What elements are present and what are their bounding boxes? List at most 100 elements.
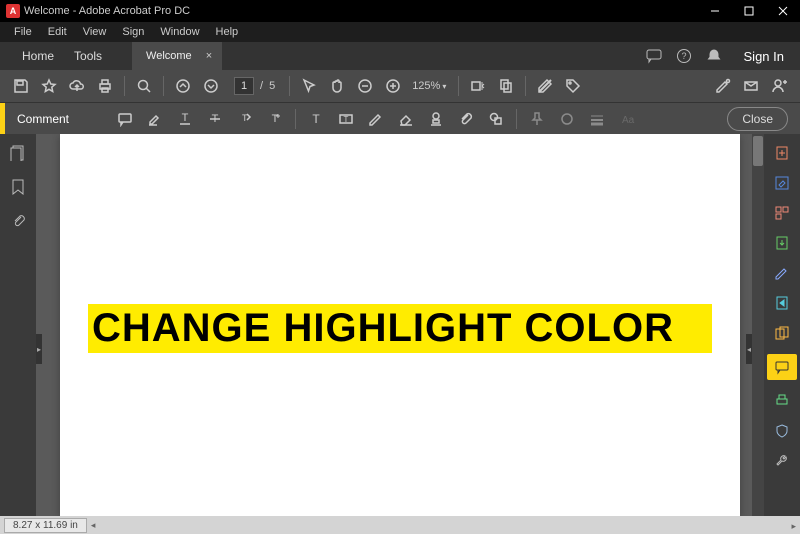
close-panel-button[interactable]: Close — [727, 107, 788, 131]
chat-icon[interactable] — [646, 48, 662, 64]
fit-width-icon[interactable] — [465, 73, 491, 99]
fit-page-icon[interactable] — [493, 73, 519, 99]
text-comment-icon[interactable]: T — [302, 106, 330, 132]
help-icon[interactable]: ? — [676, 48, 692, 64]
vertical-scrollbar[interactable] — [752, 134, 764, 516]
edit-pdf-tool-icon[interactable] — [773, 174, 791, 192]
create-pdf-icon[interactable] — [773, 144, 791, 162]
attach-icon[interactable] — [452, 106, 480, 132]
thumbnails-icon[interactable] — [9, 144, 27, 162]
nav-tools[interactable]: Tools — [64, 49, 112, 63]
send-icon[interactable] — [773, 294, 791, 312]
line-weight-icon[interactable] — [583, 106, 611, 132]
stamp-icon[interactable] — [422, 106, 450, 132]
edit-pdf-icon[interactable] — [710, 73, 736, 99]
zoom-out-icon[interactable] — [352, 73, 378, 99]
main-toolbar: / 5 125%▾ — [0, 70, 800, 102]
svg-text:T: T — [182, 112, 189, 124]
svg-text:?: ? — [681, 51, 686, 61]
menu-window[interactable]: Window — [152, 24, 207, 40]
star-icon[interactable] — [36, 73, 62, 99]
sign-in-button[interactable]: Sign In — [736, 49, 792, 64]
scroll-thumb[interactable] — [753, 136, 763, 166]
chevron-right-icon[interactable]: ▸ — [787, 519, 800, 534]
sticky-note-icon[interactable] — [111, 106, 139, 132]
right-panel — [764, 134, 800, 516]
tab-label: Welcome — [146, 50, 192, 62]
menu-file[interactable]: File — [6, 24, 40, 40]
cloud-icon[interactable] — [64, 73, 90, 99]
left-panel — [0, 134, 36, 516]
protect-icon[interactable] — [773, 422, 791, 440]
page-current-input[interactable] — [234, 77, 254, 95]
nav-home[interactable]: Home — [12, 49, 64, 63]
document-canvas[interactable]: ▸ CHANGE HIGHLIGHT COLOR ◂ — [36, 134, 764, 516]
mail-icon[interactable] — [738, 73, 764, 99]
print-icon[interactable] — [92, 73, 118, 99]
zoom-in-icon[interactable] — [380, 73, 406, 99]
minimize-button[interactable] — [698, 0, 732, 22]
menu-sign[interactable]: Sign — [114, 24, 152, 40]
color-icon[interactable] — [553, 106, 581, 132]
left-collapse-handle[interactable]: ▸ — [36, 334, 42, 364]
comment-label: Comment — [5, 112, 81, 126]
svg-text:T: T — [242, 113, 248, 123]
page-number: / 5 — [234, 77, 275, 95]
organize-icon[interactable] — [773, 204, 791, 222]
text-style-icon[interactable]: Aa — [613, 106, 641, 132]
menu-help[interactable]: Help — [208, 24, 247, 40]
combine-icon[interactable] — [773, 324, 791, 342]
insert-text-icon[interactable]: T — [261, 106, 289, 132]
zoom-dropdown[interactable]: 125%▾ — [408, 80, 452, 92]
svg-text:Aa: Aa — [622, 115, 635, 126]
menu-view[interactable]: View — [75, 24, 115, 40]
replace-text-icon[interactable]: T — [231, 106, 259, 132]
page-down-icon[interactable] — [198, 73, 224, 99]
shapes-icon[interactable] — [482, 106, 510, 132]
strikethrough-tool-icon[interactable]: T — [201, 106, 229, 132]
bell-icon[interactable] — [706, 48, 722, 64]
menubar: File Edit View Sign Window Help — [0, 22, 800, 42]
eraser-icon[interactable] — [392, 106, 420, 132]
pin-icon[interactable] — [523, 106, 551, 132]
page-up-icon[interactable] — [170, 73, 196, 99]
document-tab[interactable]: Welcome × — [132, 42, 222, 70]
close-button[interactable] — [766, 0, 800, 22]
user-icon[interactable] — [766, 73, 792, 99]
redact-icon[interactable] — [532, 73, 558, 99]
chevron-left-icon[interactable]: ◂ — [91, 520, 96, 531]
workspace: ▸ CHANGE HIGHLIGHT COLOR ◂ — [0, 134, 800, 516]
search-icon[interactable] — [131, 73, 157, 99]
more-tools-icon[interactable] — [773, 452, 791, 470]
highlight-tool-icon[interactable] — [141, 106, 169, 132]
topbar: Home Tools Welcome × ? Sign In — [0, 42, 800, 70]
window-controls — [698, 0, 800, 22]
comment-tool-icon[interactable] — [767, 354, 797, 380]
save-icon[interactable] — [8, 73, 34, 99]
print-tool-icon[interactable] — [773, 392, 791, 410]
statusbar: 8.27 x 11.69 in ◂ ▸ — [0, 516, 800, 534]
maximize-button[interactable] — [732, 0, 766, 22]
tab-close-icon[interactable]: × — [206, 50, 212, 62]
tag-icon[interactable] — [560, 73, 586, 99]
window-title: Welcome - Adobe Acrobat Pro DC — [24, 5, 698, 17]
pointer-icon[interactable] — [296, 73, 322, 99]
menu-edit[interactable]: Edit — [40, 24, 75, 40]
comment-toolbar: Comment T T T T T T Aa Close — [0, 102, 800, 134]
pdf-page: CHANGE HIGHLIGHT COLOR — [60, 134, 740, 516]
highlighted-text[interactable]: CHANGE HIGHLIGHT COLOR — [88, 304, 712, 353]
page-total: 5 — [269, 80, 275, 92]
bookmark-icon[interactable] — [9, 178, 27, 196]
textbox-icon[interactable]: T — [332, 106, 360, 132]
attachment-icon[interactable] — [9, 212, 27, 230]
svg-text:T: T — [272, 113, 279, 125]
hand-icon[interactable] — [324, 73, 350, 99]
svg-text:T: T — [212, 113, 219, 125]
svg-text:T: T — [312, 112, 320, 126]
pencil-icon[interactable] — [362, 106, 390, 132]
document-text: CHANGE HIGHLIGHT COLOR — [92, 306, 674, 350]
export-icon[interactable] — [773, 234, 791, 252]
underline-tool-icon[interactable]: T — [171, 106, 199, 132]
sign-tool-icon[interactable] — [773, 264, 791, 282]
app-icon: A — [6, 4, 20, 18]
